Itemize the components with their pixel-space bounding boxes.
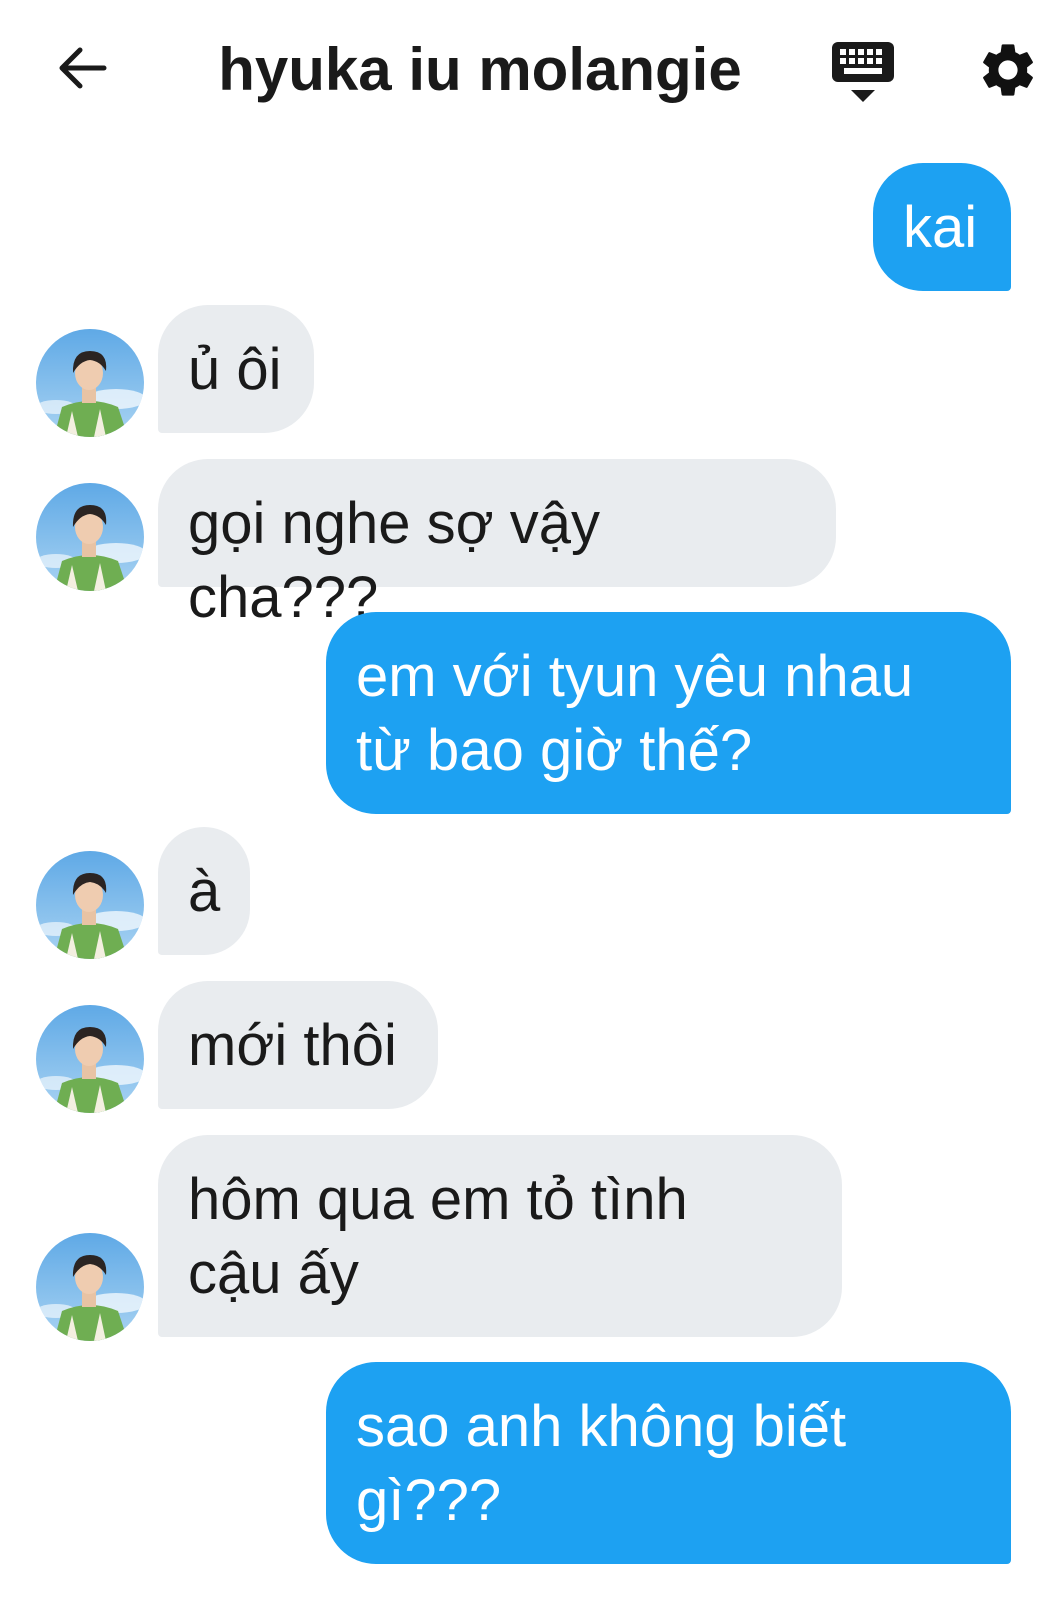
chat-title: hyuka iu molangie bbox=[218, 36, 742, 103]
avatar-photo bbox=[36, 851, 144, 959]
keyboard-button[interactable] bbox=[830, 40, 896, 106]
outgoing-message[interactable]: kai bbox=[873, 163, 1011, 291]
avatar[interactable] bbox=[36, 851, 144, 959]
message-text: sao anh không biết gì??? bbox=[356, 1394, 847, 1533]
chat-header: hyuka iu molangie bbox=[0, 0, 1060, 140]
message-text: kai bbox=[903, 195, 978, 260]
outgoing-message[interactable]: sao anh không biết gì??? bbox=[326, 1362, 1011, 1564]
avatar[interactable] bbox=[36, 1233, 144, 1341]
arrow-left-icon bbox=[59, 47, 107, 89]
back-button[interactable] bbox=[52, 38, 112, 98]
settings-button[interactable] bbox=[976, 38, 1040, 102]
message-text: à bbox=[188, 859, 221, 924]
message-text: hôm qua em tỏ tình cậu ấy bbox=[188, 1167, 688, 1306]
message-text: mới thôi bbox=[188, 1013, 397, 1078]
incoming-message[interactable]: ủ ôi bbox=[158, 305, 314, 433]
avatar-photo bbox=[36, 329, 144, 437]
avatar[interactable] bbox=[36, 483, 144, 591]
avatar[interactable] bbox=[36, 1005, 144, 1113]
avatar[interactable] bbox=[36, 329, 144, 437]
incoming-message[interactable]: hôm qua em tỏ tình cậu ấy bbox=[158, 1135, 842, 1337]
keyboard-icon bbox=[832, 42, 894, 102]
incoming-message[interactable]: gọi nghe sợ vậy cha??? bbox=[158, 459, 836, 630]
avatar-photo bbox=[36, 483, 144, 591]
incoming-message[interactable]: à bbox=[158, 827, 250, 955]
message-text: em với tyun yêu nhau từ bao giờ thế? bbox=[356, 644, 914, 783]
avatar-photo bbox=[36, 1005, 144, 1113]
message-text: ủ ôi bbox=[188, 337, 282, 402]
gear-icon bbox=[983, 44, 1033, 96]
avatar-photo bbox=[36, 1233, 144, 1341]
message-text: gọi nghe sợ vậy cha??? bbox=[188, 491, 617, 630]
outgoing-message[interactable]: em với tyun yêu nhau từ bao giờ thế? bbox=[326, 612, 1011, 814]
incoming-message[interactable]: mới thôi bbox=[158, 981, 438, 1109]
